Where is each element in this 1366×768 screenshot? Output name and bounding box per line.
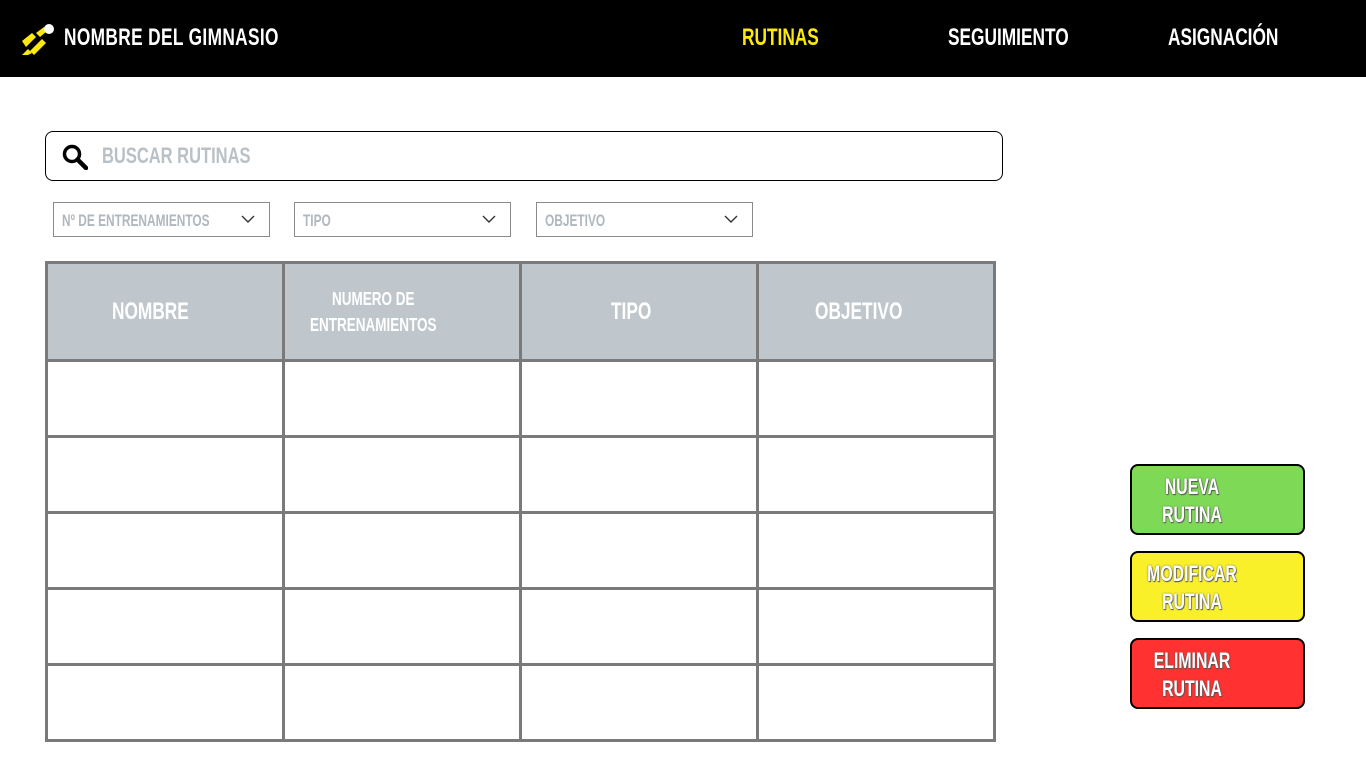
table-cell bbox=[756, 587, 996, 666]
filter-label: TIPO bbox=[303, 211, 331, 230]
table-cell bbox=[519, 587, 759, 666]
column-header-label: OBJETIVO bbox=[815, 297, 903, 325]
filter-label: Nº DE ENTRENAMIENTOS bbox=[62, 211, 210, 230]
table-cell bbox=[45, 663, 285, 742]
table-cell bbox=[756, 359, 996, 438]
table-cell bbox=[282, 359, 522, 438]
column-header-label: NUMERO DE ENTRENAMIENTOS bbox=[309, 288, 437, 335]
routines-table: NOMBRE NUMERO DE ENTRENAMIENTOS TIPO OBJ… bbox=[45, 261, 996, 742]
new-routine-button[interactable]: NUEVA RUTINA bbox=[1130, 464, 1305, 535]
filter-label: OBJETIVO bbox=[545, 211, 606, 230]
nav-item-asignacion[interactable]: ASIGNACIÓN bbox=[1168, 24, 1278, 52]
table-cell bbox=[282, 663, 522, 742]
chevron-down-icon bbox=[241, 215, 255, 223]
column-header-objetivo[interactable]: OBJETIVO bbox=[756, 261, 996, 362]
filter-num-entrenamientos[interactable]: Nº DE ENTRENAMIENTOS bbox=[53, 202, 270, 237]
column-header-nombre[interactable]: NOMBRE bbox=[45, 261, 285, 362]
table-row[interactable] bbox=[45, 511, 996, 590]
table-row[interactable] bbox=[45, 587, 996, 666]
table-header-row: NOMBRE NUMERO DE ENTRENAMIENTOS TIPO OBJ… bbox=[45, 261, 996, 362]
top-navbar: NOMBRE DEL GIMNASIO RUTINAS SEGUIMIENTO … bbox=[0, 0, 1366, 77]
nav-item-rutinas[interactable]: RUTINAS bbox=[742, 24, 819, 52]
nav-item-seguimiento[interactable]: SEGUIMIENTO bbox=[948, 24, 1069, 52]
table-cell bbox=[519, 359, 759, 438]
table-cell bbox=[756, 435, 996, 514]
filter-objetivo[interactable]: OBJETIVO bbox=[536, 202, 753, 237]
button-label: ELIMINAR RUTINA bbox=[1120, 647, 1264, 703]
table-cell bbox=[519, 511, 759, 590]
table-cell bbox=[756, 663, 996, 742]
button-label-line: MODIFICAR bbox=[1147, 561, 1237, 586]
chevron-down-icon bbox=[724, 215, 738, 223]
table-cell bbox=[282, 587, 522, 666]
column-header-numero-entrenamientos[interactable]: NUMERO DE ENTRENAMIENTOS bbox=[282, 261, 522, 362]
table-row[interactable] bbox=[45, 663, 996, 742]
chevron-down-icon bbox=[482, 215, 496, 223]
button-label: MODIFICAR RUTINA bbox=[1120, 560, 1264, 616]
table-cell bbox=[45, 511, 285, 590]
modify-routine-button[interactable]: MODIFICAR RUTINA bbox=[1130, 551, 1305, 622]
search-icon[interactable] bbox=[62, 144, 88, 170]
search-input[interactable] bbox=[102, 140, 762, 172]
button-label-line: RUTINA bbox=[1162, 589, 1222, 614]
table-row[interactable] bbox=[45, 435, 996, 514]
table-cell bbox=[45, 587, 285, 666]
table-cell bbox=[45, 359, 285, 438]
column-header-tipo[interactable]: TIPO bbox=[519, 261, 759, 362]
button-label-line: RUTINA bbox=[1162, 676, 1222, 701]
delete-routine-button[interactable]: ELIMINAR RUTINA bbox=[1130, 638, 1305, 709]
table-cell bbox=[519, 435, 759, 514]
search-bar bbox=[45, 131, 1003, 181]
button-label-line: ELIMINAR bbox=[1153, 648, 1231, 673]
table-cell bbox=[282, 511, 522, 590]
button-label-line: RUTINA bbox=[1162, 502, 1222, 527]
table-cell bbox=[519, 663, 759, 742]
gym-name[interactable]: NOMBRE DEL GIMNASIO bbox=[64, 24, 279, 52]
filter-tipo[interactable]: TIPO bbox=[294, 202, 511, 237]
table-cell bbox=[45, 435, 285, 514]
column-header-label: NOMBRE bbox=[111, 297, 189, 325]
button-label-line: NUEVA bbox=[1164, 474, 1220, 499]
table-row[interactable] bbox=[45, 359, 996, 438]
column-header-label: TIPO bbox=[610, 297, 652, 325]
table-cell bbox=[756, 511, 996, 590]
button-label: NUEVA RUTINA bbox=[1120, 473, 1264, 529]
brand-logo-icon bbox=[22, 24, 54, 55]
table-cell bbox=[282, 435, 522, 514]
